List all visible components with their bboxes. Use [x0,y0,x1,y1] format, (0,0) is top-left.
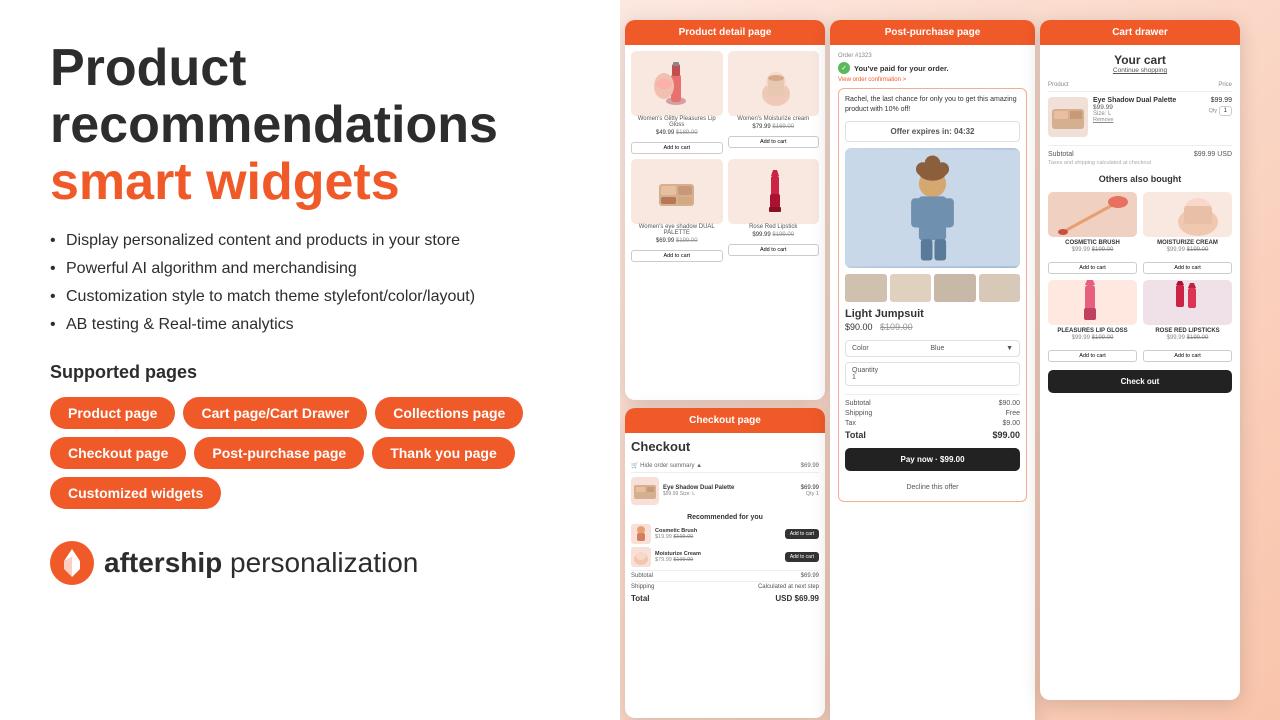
product-thumbnails [845,274,1020,302]
tag-product-page[interactable]: Product page [50,397,175,429]
tag-customized[interactable]: Customized widgets [50,477,221,509]
qty-box[interactable]: 1 [1219,106,1232,116]
tag-checkout[interactable]: Checkout page [50,437,186,469]
cart-title: Your cart [1048,53,1232,67]
check-circle-icon: ✓ [838,62,850,74]
tag-thank-you[interactable]: Thank you page [372,437,515,469]
feature-item: Display personalized content and product… [50,232,570,250]
post-confirm-row: ✓ You've paid for your order. [838,62,1027,74]
recommended-label: Recommended for you [631,514,819,521]
product-detail-card: Product detail page [625,20,825,400]
color-selector[interactable]: Color Blue ▼ [845,340,1020,357]
checkout-product-row: Eye Shadow Dual Palette $99.99 Size: L $… [631,473,819,509]
cart-drawer-header: Cart drawer [1040,20,1240,45]
product-detail-body: Women's Glitty Pleasures Lip Gloss $49.9… [625,45,825,273]
checkout-subtotal-row: Subtotal $69.99 [631,570,819,581]
other-item-3: PLEASURES LIP GLOSS $99.99 $199.00 Add t… [1048,280,1137,362]
checkout-card-header: Checkout page [625,408,825,433]
feature-item: Powerful AI algorithm and merchandising [50,260,570,278]
logo-area: aftership personalization [50,541,570,585]
checkout-card: Checkout page Checkout 🛒 Hide order summ… [625,408,825,718]
tag-cart-drawer[interactable]: Cart page/Cart Drawer [183,397,367,429]
others-grid: COSMETIC BRUSH $99.99 $199.00 Add to car… [1048,192,1232,362]
add-to-cart-btn-2[interactable]: Add to cart [728,136,820,148]
remove-link[interactable]: Remove [1093,117,1204,123]
cart-checkout-btn[interactable]: Check out [1048,370,1232,393]
cart-col-headers: Product Price [1048,82,1232,92]
checkout-summary-row: 🛒 Hide order summary ▲ $69.99 [631,459,819,473]
checkout-card-body: Checkout 🛒 Hide order summary ▲ $69.99 E… [625,433,825,611]
tag-post-purchase[interactable]: Post-purchase page [194,437,364,469]
post-product-image [845,148,1020,268]
rec-item-1: Cosmetic Brush $19.99 $199.00 Add to car… [631,524,819,544]
post-offer-box: Rachel, the last chance for only you to … [838,88,1027,502]
post-purchase-header: Post-purchase page [830,20,1035,45]
other-add-btn-3[interactable]: Add to cart [1048,350,1137,362]
main-title: Product recommendations smart widgets [50,40,570,212]
right-panel: Product detail page [620,0,1280,720]
other-item-4: ROSE RED LIPSTICKS $99.99 $199.00 Add to… [1143,280,1232,362]
checkout-title: Checkout [631,439,819,454]
quantity-selector[interactable]: Quantity 1 [845,362,1020,386]
other-add-btn-4[interactable]: Add to cart [1143,350,1232,362]
continue-shopping-link[interactable]: Continue shopping [1048,67,1232,74]
add-to-cart-btn-1[interactable]: Add to cart [631,142,723,154]
cart-product-row: Eye Shadow Dual Palette $99.99 Size: L R… [1048,97,1232,137]
feature-list: Display personalized content and product… [50,232,570,334]
left-panel: Product recommendations smart widgets Di… [0,0,620,720]
other-add-btn-1[interactable]: Add to cart [1048,262,1137,274]
pay-now-button[interactable]: Pay now · $99.00 [845,448,1020,471]
supported-pages-title: Supported pages [50,362,570,383]
cart-drawer-card: Cart drawer Your cart Continue shopping … [1040,20,1240,700]
others-title: Others also bought [1048,174,1232,184]
post-timer: Offer expires in: 04:32 [845,121,1020,142]
product-item-2: Women's Moisturize cream $79.99 $169.00 … [728,51,820,154]
tag-collections[interactable]: Collections page [375,397,523,429]
decline-button[interactable]: Decline this offer [845,480,1020,495]
product-detail-header: Product detail page [625,20,825,45]
feature-item: Customization style to match theme style… [50,288,570,306]
checkout-total-row: Total USD $69.99 [631,592,819,605]
product-item-3: Women's eye shadow DUAL PALETTE $69.99 $… [631,159,723,262]
other-item-2: MOISTURIZE CREAM $99.99 $199.00 Add to c… [1143,192,1232,274]
other-add-btn-2[interactable]: Add to cart [1143,262,1232,274]
feature-item: AB testing & Real-time analytics [50,316,570,334]
aftership-logo-icon [50,541,94,585]
rec-add-btn-1[interactable]: Add to cart [785,529,819,539]
post-purchase-card: Post-purchase page Order #1323 ✓ You've … [830,20,1035,720]
logo-text: aftership personalization [104,547,418,579]
add-to-cart-btn-4[interactable]: Add to cart [728,244,820,256]
rec-add-btn-2[interactable]: Add to cart [785,552,819,562]
cart-subtotal-row: Subtotal $99.99 USD [1048,145,1232,158]
product-item-1: Women's Glitty Pleasures Lip Gloss $49.9… [631,51,723,154]
checkout-shipping-row: Shipping Calculated at next step [631,581,819,592]
rec-item-2: Moisturize Cream $79.99 $199.00 Add to c… [631,547,819,567]
post-subtotal-section: Subtotal $90.00 Shipping Free Tax $9.00 … [845,394,1020,440]
add-to-cart-btn-3[interactable]: Add to cart [631,250,723,262]
post-purchase-body: Order #1323 ✓ You've paid for your order… [830,45,1035,515]
other-item-1: COSMETIC BRUSH $99.99 $199.00 Add to car… [1048,192,1137,274]
product-item-4: Rose Red Lipstick $99.99 $199.00 Add to … [728,159,820,262]
tags-container: Product page Cart page/Cart Drawer Colle… [50,397,570,509]
cart-drawer-body: Your cart Continue shopping Product Pric… [1040,45,1240,401]
